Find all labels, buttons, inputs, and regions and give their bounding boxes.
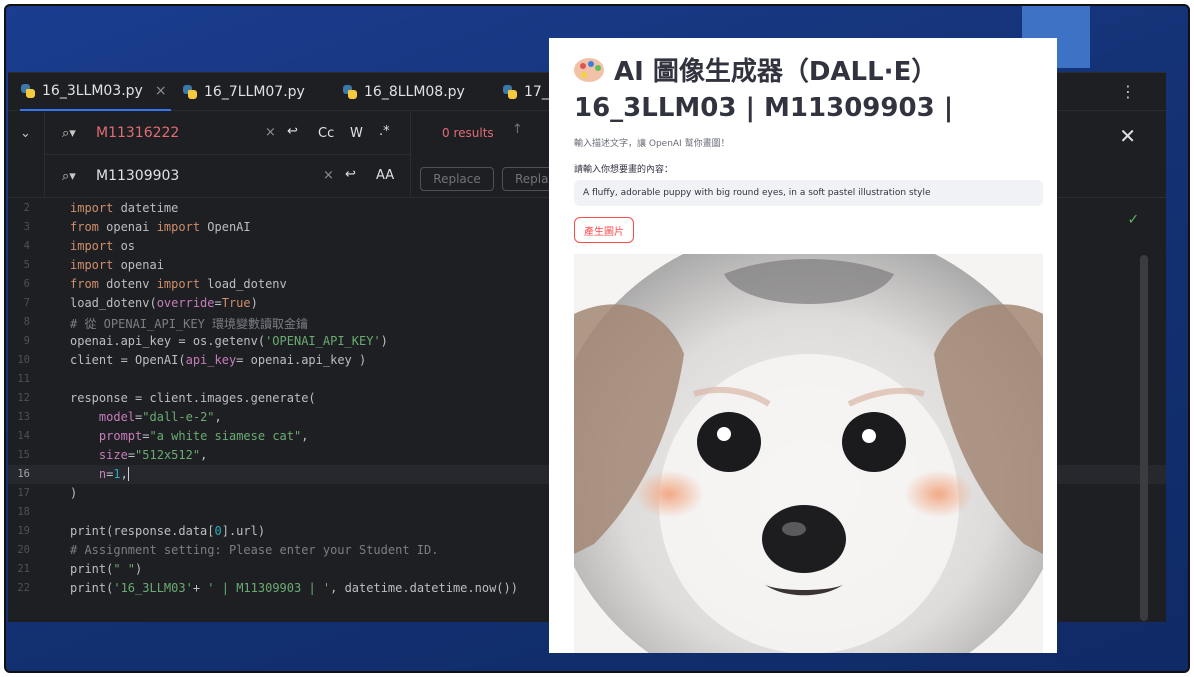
- clear-replace-icon[interactable]: ×: [323, 168, 334, 183]
- line-number: 14: [17, 430, 30, 442]
- preserve-case-toggle[interactable]: AA: [376, 168, 394, 183]
- code-line: openai.api_key = os.getenv('OPENAI_API_K…: [70, 334, 388, 348]
- code-line: import datetime: [70, 201, 179, 215]
- chevron-down-icon[interactable]: ⌄: [20, 126, 31, 141]
- match-case-toggle[interactable]: Cc: [318, 126, 334, 141]
- title-text: AI 圖像生成器（DALL·E）: [614, 57, 938, 87]
- line-number: 22: [17, 582, 30, 594]
- line-number: 12: [17, 392, 30, 404]
- code-line: from openai import OpenAI: [70, 220, 251, 234]
- line-number: 10: [17, 354, 30, 366]
- line-number: 9: [23, 335, 30, 347]
- code-line: from dotenv import load_dotenv: [70, 277, 287, 291]
- line-number: 7: [23, 297, 30, 309]
- prompt-input[interactable]: A fluffy, adorable puppy with big round …: [574, 180, 1043, 206]
- code-line: response = client.images.generate(: [70, 391, 316, 405]
- line-number: 16: [17, 468, 30, 480]
- screenshot-frame: 16_3LLM03.py × 16_7LLM07.py 16_8LLM08.py…: [4, 4, 1190, 673]
- search-results-count: 0 results: [442, 126, 494, 140]
- code-line: import os: [70, 239, 136, 253]
- clear-find-icon[interactable]: ×: [265, 125, 276, 140]
- code-line: import openai: [70, 258, 164, 272]
- palette-icon: [574, 56, 606, 84]
- line-number: 2: [23, 202, 30, 214]
- line-number: 21: [17, 563, 30, 575]
- line-number: 3: [23, 221, 30, 233]
- code-line: ): [70, 486, 78, 500]
- line-number: 15: [17, 449, 30, 461]
- line-number: 4: [23, 240, 30, 252]
- page-title: AI 圖像生成器（DALL·E） 16_3LLM03 | M11309903 |: [574, 54, 1044, 126]
- check-icon: ✓: [1128, 209, 1138, 228]
- new-line-icon[interactable]: ↩: [345, 167, 356, 182]
- replace-button[interactable]: Replace: [420, 167, 494, 191]
- title-line-2: 16_3LLM03 | M11309903 |: [574, 93, 954, 123]
- close-icon[interactable]: ✕: [1119, 124, 1136, 148]
- generated-puppy-image: [574, 254, 1043, 653]
- prompt-label: 請輸入你想要畫的內容：: [574, 165, 674, 175]
- arrow-up-icon[interactable]: ↑: [512, 122, 523, 137]
- line-number: 11: [17, 373, 30, 385]
- app-subtitle: 輸入描述文字，讓 OpenAI 幫你畫圖！: [574, 139, 730, 149]
- streamlit-app-window: AI 圖像生成器（DALL·E） 16_3LLM03 | M11309903 |…: [549, 38, 1057, 653]
- line-number: 13: [17, 411, 30, 423]
- new-line-icon[interactable]: ↩: [287, 124, 298, 139]
- code-line: # Assignment setting: Please enter your …: [70, 543, 439, 557]
- python-file-icon: [20, 83, 36, 99]
- code-line: load_dotenv(override=True): [70, 296, 258, 310]
- code-line: # 從 OPENAI_API_KEY 環境變數讀取金鑰: [70, 317, 309, 331]
- tab-17[interactable]: 17_: [502, 73, 549, 111]
- line-number: 18: [17, 506, 30, 518]
- code-line: prompt="a white siamese cat",: [98, 429, 309, 443]
- line-number: 19: [17, 525, 30, 537]
- kebab-menu-icon[interactable]: ⋮: [1120, 82, 1136, 101]
- tab-label: 16_3LLM03.py: [42, 83, 143, 99]
- replace-input[interactable]: M11309903: [96, 168, 179, 184]
- line-number: 5: [23, 259, 30, 271]
- code-line: n=1,: [70, 467, 137, 481]
- tab-label: 16_8LLM08.py: [364, 84, 465, 100]
- search-icon[interactable]: ⌕▾: [62, 126, 76, 141]
- python-file-icon: [502, 84, 518, 100]
- code-line: model="dall-e-2",: [98, 410, 222, 424]
- code-line: print(" "): [70, 562, 143, 576]
- line-number: 17: [17, 487, 30, 499]
- vertical-scrollbar[interactable]: [1140, 255, 1148, 621]
- regex-icon[interactable]: .*: [379, 124, 390, 139]
- code-line: print(response.data[0].url): [70, 524, 266, 538]
- code-line: client = OpenAI(api_key= openai.api_key …: [70, 353, 367, 367]
- code-line: size="512x512",: [98, 448, 208, 462]
- tab-16-7llm07[interactable]: 16_7LLM07.py: [182, 73, 305, 111]
- search-icon[interactable]: ⌕▾: [62, 169, 76, 184]
- tab-16-3llm03[interactable]: 16_3LLM03.py ×: [20, 73, 171, 111]
- python-file-icon: [182, 84, 198, 100]
- find-input[interactable]: M11316222: [96, 125, 179, 141]
- tab-16-8llm08[interactable]: 16_8LLM08.py: [342, 73, 465, 111]
- line-number: 8: [23, 316, 30, 328]
- generate-image-button[interactable]: 產生圖片: [574, 217, 634, 243]
- line-number: 20: [17, 544, 30, 556]
- whole-words-toggle[interactable]: W: [350, 126, 363, 141]
- code-line: print('16_3LLM03'+ ' | M11309903 | ', da…: [70, 581, 518, 595]
- tab-label: 16_7LLM07.py: [204, 84, 305, 100]
- line-number: 6: [23, 278, 30, 290]
- python-file-icon: [342, 84, 358, 100]
- close-icon[interactable]: ×: [155, 83, 167, 99]
- tab-label: 17_: [524, 84, 549, 100]
